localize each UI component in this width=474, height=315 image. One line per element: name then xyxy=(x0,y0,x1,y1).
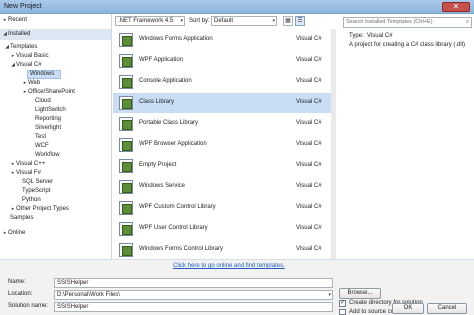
list-item[interactable]: Windows Forms Control Library Visual C# xyxy=(113,240,331,260)
close-button[interactable]: ✕ xyxy=(442,2,470,12)
list-view-button[interactable]: ☰ xyxy=(295,16,305,26)
small-icons-view-button[interactable]: ▦ xyxy=(283,16,293,26)
wpf-browser-icon xyxy=(119,138,133,152)
solution-name-input[interactable]: SSISHelper xyxy=(54,302,333,312)
search-input[interactable]: Search Installed Templates (Ctrl+E) ⌕ xyxy=(343,17,472,28)
tree-item-cloud[interactable]: Cloud xyxy=(35,97,51,106)
tree-item-python[interactable]: Python xyxy=(22,196,41,205)
template-toolbar: .NET Framework 4.5 ▾ Sort by: Default ▾ ▦ … xyxy=(113,14,336,29)
cancel-button[interactable]: Cancel xyxy=(427,303,467,314)
tree-item-office-sharepoint[interactable]: ▸ Office/SharePoint xyxy=(22,88,75,97)
tree-item-samples[interactable]: Samples xyxy=(10,214,33,223)
location-input[interactable]: D:\Personal\Work Files\ ▾ xyxy=(54,290,333,300)
tree-item-typescript[interactable]: TypeScript xyxy=(22,187,50,196)
details-pane xyxy=(341,14,474,261)
sort-select[interactable]: Default ▾ xyxy=(211,16,277,26)
type-value: Visual C# xyxy=(367,33,393,39)
template-description: A project for creating a C# class librar… xyxy=(349,42,466,48)
tree-item-visual-csharp[interactable]: ◢Visual C# xyxy=(10,61,42,70)
name-input[interactable]: SSISHelper xyxy=(54,278,333,288)
online-templates-link[interactable]: Click here to go online and find templat… xyxy=(173,263,285,269)
tree-item-visual-basic[interactable]: ▸ Visual Basic xyxy=(10,52,49,61)
tree-item-visual-fsharp[interactable]: ▸ Visual F# xyxy=(10,169,41,178)
forms-control-library-icon xyxy=(119,243,133,257)
location-label: Location: xyxy=(8,291,33,297)
sort-label: Sort by: xyxy=(189,18,210,24)
ok-button[interactable]: OK xyxy=(392,303,424,314)
wpf-user-control-icon xyxy=(119,222,133,236)
dropdown-arrow-icon[interactable]: ▾ xyxy=(328,291,331,299)
tree-item-installed[interactable]: ◢Installed xyxy=(0,29,111,40)
search-icon[interactable]: ⌕ xyxy=(466,18,469,27)
tree-item-silverlight[interactable]: Silverlight xyxy=(35,124,61,133)
type-label: Type: Visual C# xyxy=(349,33,393,39)
template-tree: ▸ Recent ◢Installed ◢Templates ▸ Visual Ba… xyxy=(0,14,112,259)
list-item[interactable]: Windows Service Visual C# xyxy=(113,177,331,197)
windows-service-icon xyxy=(119,180,133,194)
divider xyxy=(0,259,474,260)
browse-button[interactable]: Browse... xyxy=(339,288,381,299)
create-directory-checkbox[interactable]: ✓ xyxy=(339,300,346,307)
template-list-scrollbar[interactable] xyxy=(331,29,336,261)
windows-forms-icon xyxy=(119,33,133,47)
dropdown-arrow-icon: ▾ xyxy=(272,18,275,24)
add-source-control-checkbox[interactable] xyxy=(339,309,346,315)
tree-item-online[interactable]: ▸ Online xyxy=(2,229,26,238)
dropdown-arrow-icon: ▾ xyxy=(180,18,183,24)
list-item[interactable]: WPF Application Visual C# xyxy=(113,51,331,71)
list-item[interactable]: WPF Browser Application Visual C# xyxy=(113,135,331,155)
tree-item-web[interactable]: ▸ Web xyxy=(22,79,41,88)
list-item[interactable]: WPF Custom Control Library Visual C# xyxy=(113,198,331,218)
tree-item-test[interactable]: Test xyxy=(35,133,46,142)
tree-item-wcf[interactable]: WCF xyxy=(35,142,49,151)
tree-item-lightswitch[interactable]: LightSwitch xyxy=(35,106,66,115)
tree-item-sql-server[interactable]: SQL Server xyxy=(22,178,53,187)
portable-library-icon xyxy=(119,117,133,131)
tree-item-recent[interactable]: ▸ Recent xyxy=(2,16,110,25)
wpf-application-icon xyxy=(119,54,133,68)
tree-item-workflow[interactable]: Workflow xyxy=(35,151,60,160)
console-application-icon xyxy=(119,75,133,89)
list-item[interactable]: Windows Forms Application Visual C# xyxy=(113,30,331,50)
window-title: New Project xyxy=(4,3,42,10)
list-item[interactable]: Empty Project Visual C# xyxy=(113,156,331,176)
title-bar xyxy=(0,0,474,14)
list-item[interactable]: Console Application Visual C# xyxy=(113,72,331,92)
list-item-selected[interactable]: Class Library Visual C# xyxy=(113,93,331,113)
empty-project-icon xyxy=(119,159,133,173)
class-library-icon xyxy=(119,96,133,110)
wpf-custom-control-icon xyxy=(119,201,133,215)
list-item[interactable]: Portable Class Library Visual C# xyxy=(113,114,331,134)
framework-select[interactable]: .NET Framework 4.5 ▾ xyxy=(115,16,185,26)
tree-item-windows[interactable]: Windows xyxy=(27,70,61,79)
name-label: Name: xyxy=(8,279,26,285)
tree-item-reporting[interactable]: Reporting xyxy=(35,115,61,124)
solution-name-label: Solution name: xyxy=(8,303,49,309)
tree-item-other-project-types[interactable]: ▸ Other Project Types xyxy=(10,205,69,214)
tree-item-visual-cpp[interactable]: ▸ Visual C++ xyxy=(10,160,46,169)
list-item[interactable]: WPF User Control Library Visual C# xyxy=(113,219,331,239)
tree-item-templates[interactable]: ◢Templates xyxy=(4,43,37,52)
template-list: Windows Forms Application Visual C# WPF A… xyxy=(113,29,336,261)
